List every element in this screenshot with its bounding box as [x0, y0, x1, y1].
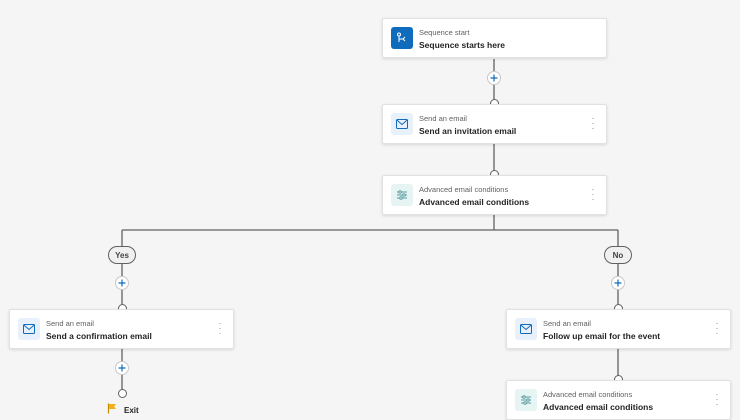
add-step-button[interactable]: [115, 276, 129, 290]
followup-email-card[interactable]: Send an email Follow up email for the ev…: [506, 309, 731, 349]
add-step-button[interactable]: [611, 276, 625, 290]
card-type: Send an email: [419, 114, 467, 123]
plus-icon: [118, 364, 126, 372]
more-options-icon[interactable]: · · ·: [714, 319, 720, 338]
sequence-designer-canvas: Sequence start Sequence starts here Send…: [0, 0, 740, 420]
more-options-icon[interactable]: · · ·: [714, 390, 720, 409]
invitation-email-card[interactable]: Send an email Send an invitation email ·…: [382, 104, 607, 144]
card-type: Sequence start: [419, 28, 470, 37]
plus-icon: [118, 279, 126, 287]
add-step-button[interactable]: [115, 361, 129, 375]
email-icon: [391, 113, 413, 135]
card-title: Send an invitation email: [419, 126, 517, 136]
advanced-conditions-card[interactable]: Advanced email conditions Advanced email…: [382, 175, 607, 215]
more-options-icon[interactable]: · · ·: [217, 319, 223, 338]
more-options-icon[interactable]: · · ·: [590, 185, 596, 204]
plus-icon: [614, 279, 622, 287]
card-title: Follow up email for the event: [543, 331, 661, 341]
card-type: Send an email: [543, 319, 591, 328]
conditions-icon: [515, 389, 537, 411]
card-type: Send an email: [46, 319, 94, 328]
conditions-icon: [391, 184, 413, 206]
card-title: Sequence starts here: [419, 40, 505, 50]
confirmation-email-card[interactable]: Send an email Send a confirmation email …: [9, 309, 234, 349]
email-icon: [18, 318, 40, 340]
more-options-icon[interactable]: · · ·: [590, 114, 596, 133]
card-title: Advanced email conditions: [543, 402, 654, 412]
card-type: Advanced email conditions: [419, 185, 509, 194]
sequence-start-card[interactable]: Sequence start Sequence starts here: [382, 18, 607, 58]
plus-icon: [490, 74, 498, 82]
sequence-start-icon: [391, 27, 413, 49]
card-type: Advanced email conditions: [543, 390, 633, 399]
branch-yes-label[interactable]: Yes: [108, 246, 136, 264]
flag-icon: [107, 403, 116, 414]
card-title: Send a confirmation email: [46, 331, 152, 341]
exit-label: Exit: [124, 406, 139, 415]
advanced-conditions-card[interactable]: Advanced email conditions Advanced email…: [506, 380, 731, 420]
card-title: Advanced email conditions: [419, 197, 530, 207]
email-icon: [515, 318, 537, 340]
branch-no-label[interactable]: No: [604, 246, 632, 264]
add-step-button[interactable]: [487, 71, 501, 85]
connectors: [121, 59, 619, 393]
connector-node: [117, 388, 127, 398]
